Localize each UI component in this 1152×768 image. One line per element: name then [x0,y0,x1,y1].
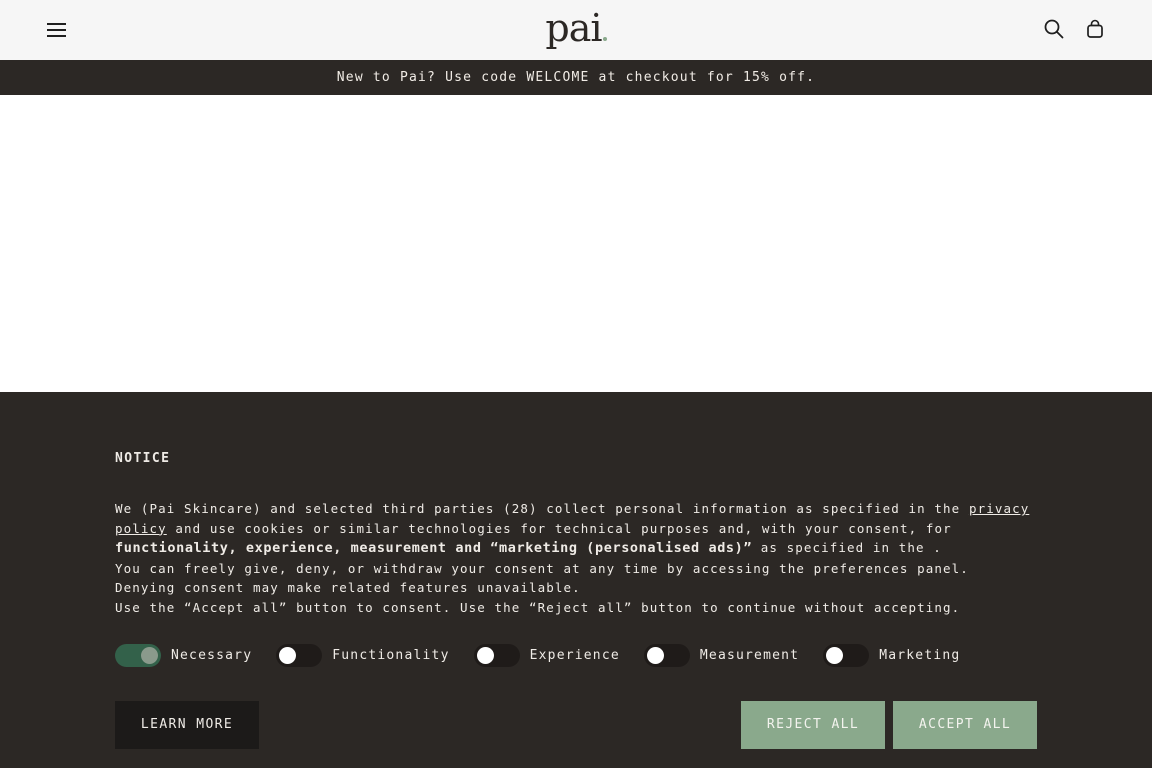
toggle-experience[interactable] [473,643,520,667]
notice-text-3: as specified in the . [752,540,942,555]
toggle-measurement[interactable] [643,643,690,667]
toggle-knob [646,646,664,664]
consent-toggles: Necessary Functionality Experience Measu… [115,643,984,667]
logo-text: pai [545,6,602,50]
toggle-necessary[interactable] [115,643,161,667]
notice-title: NOTICE [115,451,171,466]
notice-text-5: Denying consent may make related feature… [115,580,581,595]
toggle-knob [826,646,844,664]
toggle-functionality[interactable] [276,643,323,667]
toggle-group-necessary: Necessary [115,643,253,667]
logo-dot-icon [602,37,607,41]
toggle-marketing[interactable] [823,643,870,667]
notice-text-1: We (Pai Skincare) and selected third par… [115,501,969,516]
toggle-label-necessary: Necessary [171,647,253,663]
logo[interactable]: pai [0,4,1152,52]
promo-banner: New to Pai? Use code WELCOME at checkout… [0,60,1152,95]
toggle-group-functionality: Functionality [276,643,450,667]
toggle-knob [476,646,494,664]
search-icon[interactable] [1044,19,1064,39]
notice-text-6: Use the “Accept all” button to consent. … [115,599,961,615]
toggle-group-marketing: Marketing [823,643,961,667]
toggle-label-measurement: Measurement [699,647,800,663]
accept-all-button[interactable]: ACCEPT ALL [893,701,1037,749]
notice-text-2: and use cookies or similar technologies … [166,520,952,536]
notice-body: We (Pai Skincare) and selected third par… [115,499,1045,617]
promo-text: New to Pai? Use code WELCOME at checkout… [336,70,816,85]
toggle-group-experience: Experience [473,643,620,667]
reject-all-button[interactable]: REJECT ALL [741,701,885,749]
toggle-label-marketing: Marketing [879,647,961,663]
toggle-label-functionality: Functionality [332,647,450,663]
learn-more-button[interactable]: LEARN MORE [115,701,259,749]
toggle-group-measurement: Measurement [643,643,800,667]
bag-icon[interactable] [1086,19,1104,39]
toggle-knob [141,646,158,664]
notice-text-4: You can freely give, deny, or withdraw y… [115,560,969,576]
cookie-consent-banner: NOTICE We (Pai Skincare) and selected th… [0,392,1152,768]
toggle-label-experience: Experience [529,647,620,663]
notice-purposes: functionality, experience, measurement a… [115,540,753,556]
site-header: pai [0,0,1152,60]
toggle-knob [279,646,297,664]
